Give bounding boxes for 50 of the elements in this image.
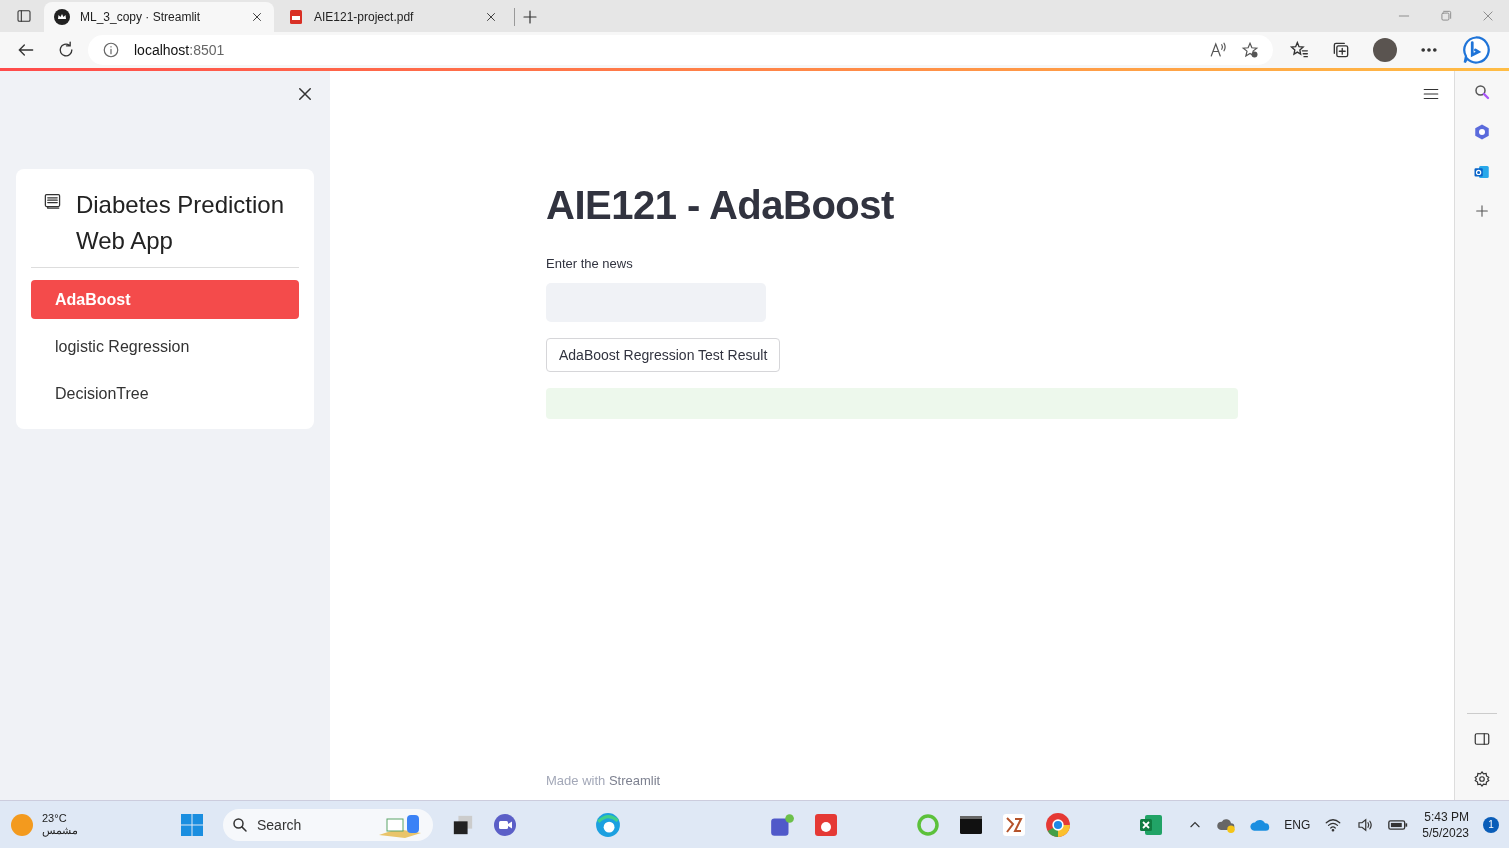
browser-tab[interactable]: AIE121-project.pdf [278, 2, 508, 32]
browser-tab[interactable]: ML_3_copy · Streamlit [44, 2, 274, 32]
pdf-icon [288, 9, 304, 25]
new-tab-icon[interactable] [521, 8, 539, 26]
clock-date[interactable]: 5/5/2023 [1422, 825, 1469, 840]
app-icon[interactable] [1002, 812, 1026, 837]
menu-item[interactable]: logistic Regression [31, 327, 299, 366]
menu-item[interactable]: DecisionTree [31, 374, 299, 413]
crown-icon [54, 9, 70, 25]
profile-avatar[interactable] [1373, 38, 1397, 62]
browser-icon[interactable] [595, 811, 621, 838]
close-icon[interactable] [296, 85, 314, 103]
close-icon[interactable] [484, 10, 498, 24]
language-indicator[interactable]: ENG [1284, 817, 1311, 832]
clock-time[interactable]: 5:43 PM [1424, 809, 1469, 824]
field-label: Enter the news [546, 256, 633, 271]
add-favorite-icon[interactable] [1241, 41, 1259, 59]
read-aloud-icon[interactable] [1209, 41, 1227, 59]
app-title: Diabetes Prediction Web App [75, 190, 286, 256]
sidebar-panel-icon[interactable] [1473, 730, 1491, 748]
favorites-icon[interactable] [1289, 40, 1309, 60]
spreadsheet-icon[interactable] [1139, 812, 1163, 837]
team-app-icon[interactable] [769, 811, 795, 838]
tab-actions-icon[interactable] [16, 8, 32, 24]
menu-item[interactable]: AdaBoost [31, 280, 299, 319]
app-tile-icon[interactable] [814, 812, 838, 837]
chat-bubble-icon[interactable] [1461, 35, 1491, 65]
temperature: 23°C [42, 812, 68, 824]
footer-link[interactable]: Streamlit [608, 773, 661, 788]
collections-icon[interactable] [1331, 40, 1351, 60]
result-button[interactable]: AdaBoost Regression Test Result [546, 338, 781, 372]
mail-app-icon[interactable] [1473, 163, 1491, 181]
video-chat-icon[interactable] [493, 812, 517, 837]
task-view-icon[interactable] [452, 813, 474, 836]
notification-badge[interactable]: 1 [1483, 816, 1499, 833]
windows-icon[interactable] [180, 812, 204, 837]
page-title: AIE121 - AdaBoost [546, 183, 894, 228]
address-bar[interactable]: localhost:8501 [88, 35, 1273, 65]
weather-condition: مشمس [42, 824, 78, 837]
search-field[interactable]: Search [223, 808, 433, 841]
cloud-icon[interactable] [1250, 817, 1271, 832]
settings-icon[interactable] [1473, 770, 1491, 788]
search-icon[interactable] [1473, 83, 1491, 101]
info-icon[interactable] [102, 41, 120, 59]
battery-icon[interactable] [1388, 817, 1409, 832]
footer-text: Made with Streamlit [546, 773, 661, 788]
close-icon[interactable] [250, 10, 264, 24]
search-icon [231, 815, 249, 834]
chrome-icon[interactable] [1045, 811, 1071, 838]
hexagon-icon[interactable] [1473, 123, 1491, 141]
